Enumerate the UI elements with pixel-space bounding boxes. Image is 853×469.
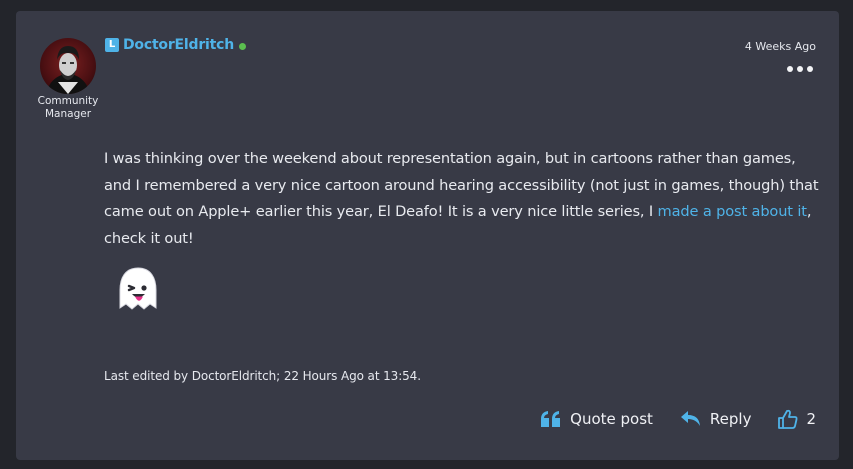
reply-label: Reply xyxy=(709,410,752,428)
user-role: Community Manager xyxy=(37,95,99,120)
user-level-badge: L xyxy=(105,38,119,52)
quote-post-label: Quote post xyxy=(570,410,653,428)
reply-button[interactable]: Reply xyxy=(680,410,752,428)
ghost-emoji-icon xyxy=(112,264,164,316)
online-status-icon xyxy=(239,42,246,50)
edited-note: Last edited by DoctorEldritch; 22 Hours … xyxy=(104,369,421,383)
dot-icon xyxy=(787,66,793,72)
post-link[interactable]: made a post about it xyxy=(658,203,807,220)
post-actions: Quote post Reply 2 xyxy=(540,409,816,429)
post-timestamp[interactable]: 4 Weeks Ago xyxy=(745,40,816,53)
reply-icon xyxy=(680,410,702,428)
dot-icon xyxy=(797,66,803,72)
like-count: 2 xyxy=(806,410,816,428)
thumbs-up-icon xyxy=(778,409,798,429)
username-row: L DoctorEldritch xyxy=(105,36,246,54)
avatar[interactable] xyxy=(40,38,96,94)
username-link[interactable]: DoctorEldritch xyxy=(123,37,234,53)
post-body: I was thinking over the weekend about re… xyxy=(104,146,819,252)
post-card: Community Manager L DoctorEldritch 4 Wee… xyxy=(16,11,839,460)
quote-post-button[interactable]: Quote post xyxy=(540,410,653,428)
like-button[interactable]: 2 xyxy=(778,409,816,429)
dot-icon xyxy=(807,66,813,72)
quote-icon xyxy=(540,410,562,428)
more-options-button[interactable] xyxy=(787,66,813,72)
